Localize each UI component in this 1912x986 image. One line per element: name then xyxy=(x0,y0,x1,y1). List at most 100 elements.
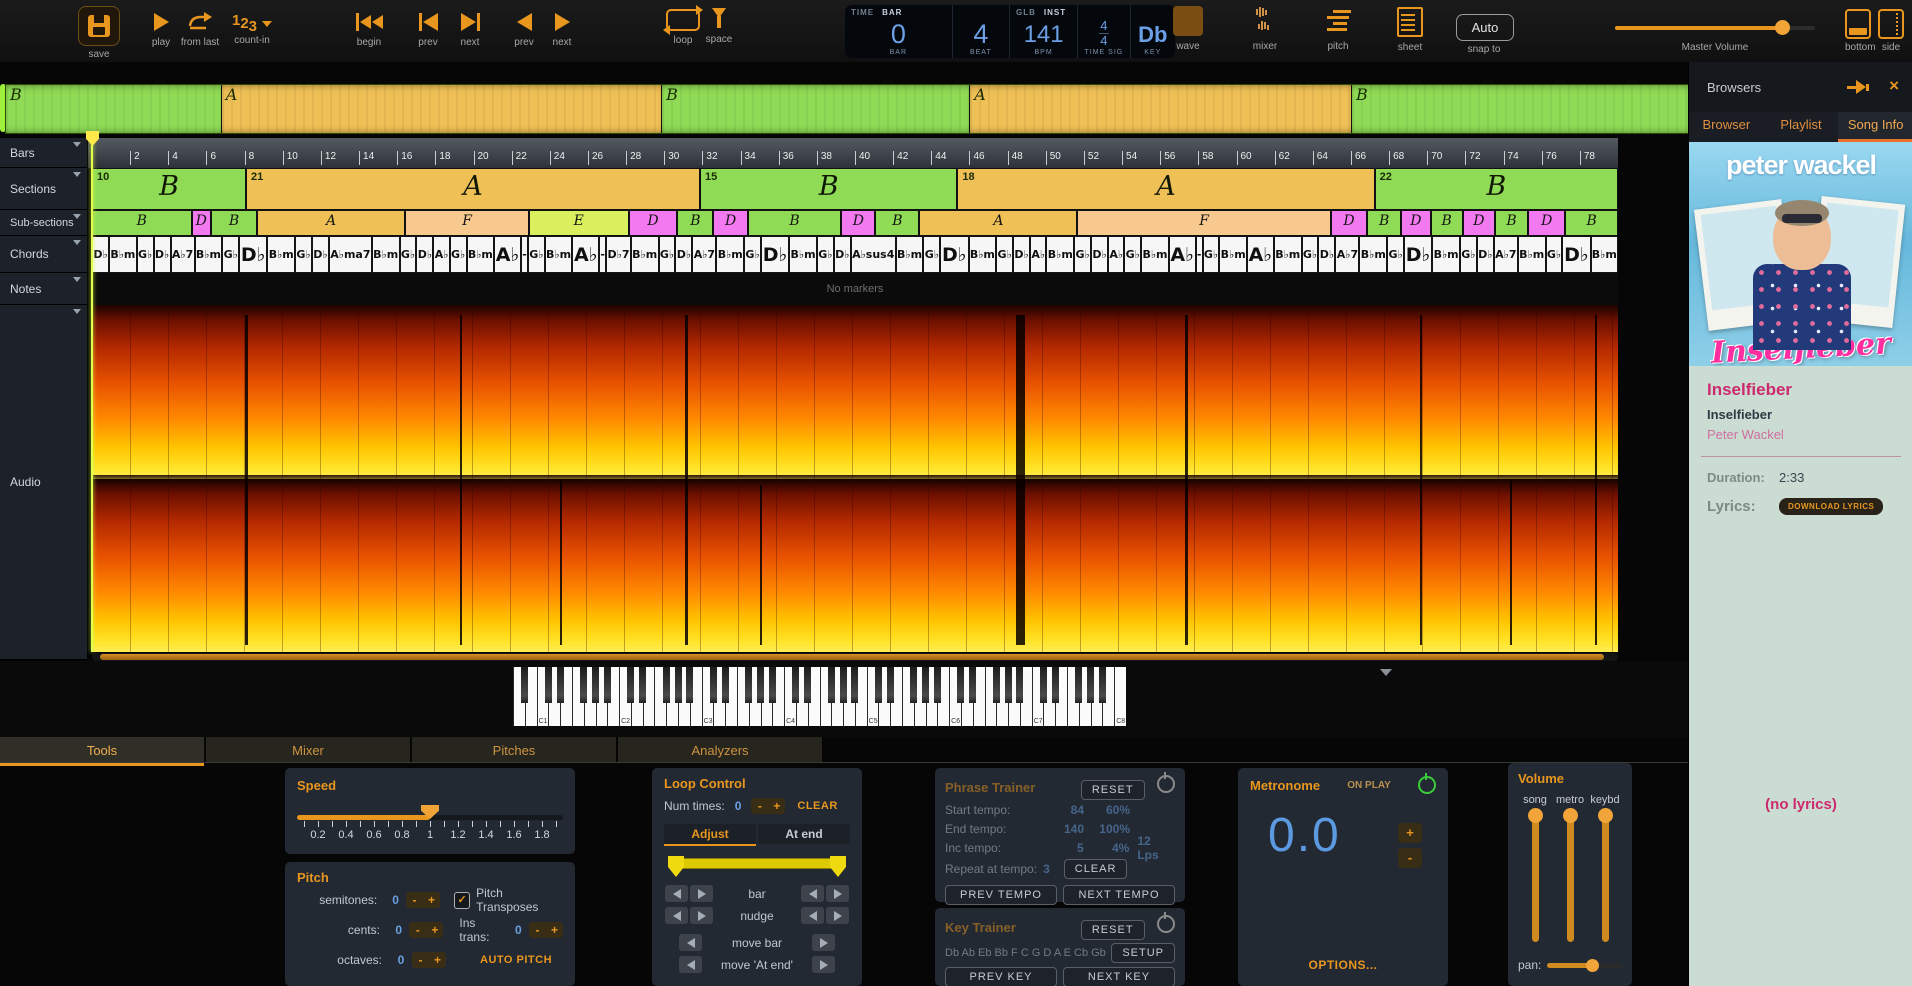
lcd-bar-cell[interactable]: TIMEBAR 0 BAR xyxy=(845,5,953,58)
loop-bar-right-back[interactable] xyxy=(801,885,824,902)
auto-pitch-button[interactable]: AUTO PITCH xyxy=(480,954,552,966)
loop-end-handle[interactable] xyxy=(830,856,846,878)
piano-black-key[interactable] xyxy=(840,667,847,703)
side-pane-button[interactable]: side xyxy=(1878,9,1904,53)
track-label-bars[interactable]: Bars xyxy=(0,138,88,168)
chord-cell[interactable]: - xyxy=(521,236,528,273)
chord-cell[interactable]: B♭m xyxy=(1274,236,1302,273)
piano-black-key[interactable] xyxy=(580,667,587,703)
chord-cell[interactable]: G♭ xyxy=(923,236,940,273)
chord-cell[interactable]: A♭sus4 xyxy=(851,236,896,273)
piano-black-key[interactable] xyxy=(675,667,682,703)
subsection-block[interactable]: B xyxy=(1367,210,1401,236)
piano-keyboard[interactable]: C1C2C3C4C5C6C7C8 xyxy=(513,667,1126,726)
subsection-block[interactable]: B xyxy=(92,210,192,236)
subsection-block[interactable]: D xyxy=(713,210,747,236)
move-bar-fwd[interactable] xyxy=(812,934,835,951)
loop-nudge-left-back[interactable] xyxy=(665,907,688,924)
piano-black-key[interactable] xyxy=(545,667,552,703)
loop-nudge-right-fwd[interactable] xyxy=(826,907,849,924)
piano-black-key[interactable] xyxy=(710,667,717,703)
chord-cell[interactable]: B♭m xyxy=(195,236,223,273)
phrase-reset-button[interactable]: RESET xyxy=(1081,780,1145,800)
chord-cell[interactable]: D♭ xyxy=(1477,236,1494,273)
chevron-down-icon[interactable] xyxy=(73,309,81,314)
piano-black-key[interactable] xyxy=(851,667,858,703)
piano-black-key[interactable] xyxy=(910,667,917,703)
overview-section[interactable]: B xyxy=(662,85,970,133)
sidebar-tab-playlist[interactable]: Playlist xyxy=(1764,112,1839,142)
metronome-options-button[interactable]: OPTIONS... xyxy=(1238,958,1448,972)
track-label-notes[interactable]: Notes xyxy=(0,273,88,305)
next-bar-button[interactable]: next xyxy=(454,10,486,48)
loop-nudge-right-back[interactable] xyxy=(801,907,824,924)
loop-tab-adjust[interactable]: Adjust xyxy=(664,824,756,844)
move-at-end-back[interactable] xyxy=(679,956,702,973)
chevron-down-icon[interactable] xyxy=(73,240,81,245)
piano-black-key[interactable] xyxy=(922,667,929,703)
chord-cell[interactable]: G♭ xyxy=(450,236,467,273)
metronome-power-icon[interactable] xyxy=(1418,776,1436,794)
piano-black-key[interactable] xyxy=(969,667,976,703)
chord-cell[interactable]: D♭ xyxy=(1404,236,1432,273)
lcd-bar-mode[interactable]: BAR xyxy=(882,8,902,17)
piano-black-key[interactable] xyxy=(804,667,811,703)
view-wave-button[interactable]: wave xyxy=(1166,6,1210,54)
track-label-sections[interactable]: Sections xyxy=(0,168,88,210)
subsection-block[interactable]: B xyxy=(875,210,919,236)
piano-black-key[interactable] xyxy=(957,667,964,703)
metronome-minus-button[interactable]: - xyxy=(1398,848,1422,868)
chord-cell[interactable]: B♭m xyxy=(1432,236,1460,273)
chord-cell[interactable]: G♭ xyxy=(222,236,239,273)
chevron-down-icon[interactable] xyxy=(73,214,81,219)
chord-cell[interactable]: A♭ xyxy=(572,236,599,273)
track-label-chords[interactable]: Chords xyxy=(0,236,88,273)
move-at-end-fwd[interactable] xyxy=(812,956,835,973)
chord-cell[interactable]: A♭ xyxy=(1030,236,1046,273)
subsection-block[interactable]: D xyxy=(629,210,678,236)
scrollbar-thumb[interactable] xyxy=(100,654,1604,660)
play-button[interactable]: play xyxy=(144,10,178,48)
chord-cell[interactable]: A♭7 xyxy=(171,236,195,273)
subsection-block[interactable]: A xyxy=(257,210,405,236)
chord-cell[interactable]: G♭ xyxy=(817,236,834,273)
tab-tools[interactable]: Tools xyxy=(0,737,204,763)
volume-slider-track[interactable] xyxy=(1567,814,1574,942)
subsection-block[interactable]: B xyxy=(1495,210,1528,236)
loop-range-widget[interactable] xyxy=(668,856,846,880)
chord-cell[interactable]: B♭m xyxy=(1046,236,1074,273)
track-label-subsections[interactable]: Sub-sections xyxy=(0,210,88,236)
prev-tempo-button[interactable]: PREV TEMPO xyxy=(945,885,1057,905)
subsection-block[interactable]: A xyxy=(919,210,1077,236)
piano-black-key[interactable] xyxy=(627,667,634,703)
download-lyrics-button[interactable]: DOWNLOAD LYRICS xyxy=(1779,498,1883,515)
section-block[interactable]: 22B xyxy=(1375,168,1618,210)
from-last-button[interactable]: from last xyxy=(178,10,222,48)
piano-black-key[interactable] xyxy=(592,667,599,703)
subsection-block[interactable]: D xyxy=(841,210,875,236)
overview-section[interactable]: B xyxy=(1352,85,1689,133)
piano-black-key[interactable] xyxy=(1087,667,1094,703)
piano-black-key[interactable] xyxy=(686,667,693,703)
chord-cell[interactable]: B♭m xyxy=(716,236,744,273)
chord-cell[interactable]: G♭ xyxy=(1074,236,1091,273)
section-block[interactable]: 18A xyxy=(957,168,1374,210)
loop-clear-button[interactable]: CLEAR xyxy=(797,800,837,812)
chord-cell[interactable]: G♭ xyxy=(137,236,154,273)
key-setup-button[interactable]: SETUP xyxy=(1111,943,1175,963)
chord-cell[interactable]: D♭ xyxy=(675,236,692,273)
next-section-button[interactable]: next xyxy=(546,10,578,48)
piano-black-key[interactable] xyxy=(1016,667,1023,703)
chord-cell[interactable]: D♭ xyxy=(239,236,267,273)
prev-section-button[interactable]: prev xyxy=(508,10,540,48)
subsection-block[interactable]: B xyxy=(748,210,842,236)
chord-cell[interactable]: B♭m xyxy=(1359,236,1387,273)
view-mixer-button[interactable]: mixer xyxy=(1243,6,1287,54)
piano-black-key[interactable] xyxy=(521,667,528,703)
master-volume-slider[interactable] xyxy=(1615,26,1815,30)
chord-cell[interactable]: B♭m xyxy=(545,236,573,273)
cents-value[interactable]: 0 xyxy=(388,923,409,937)
chord-cell[interactable]: D♭ xyxy=(1562,236,1590,273)
subsection-block[interactable]: B xyxy=(1431,210,1463,236)
chord-cell[interactable]: B♭m xyxy=(789,236,817,273)
